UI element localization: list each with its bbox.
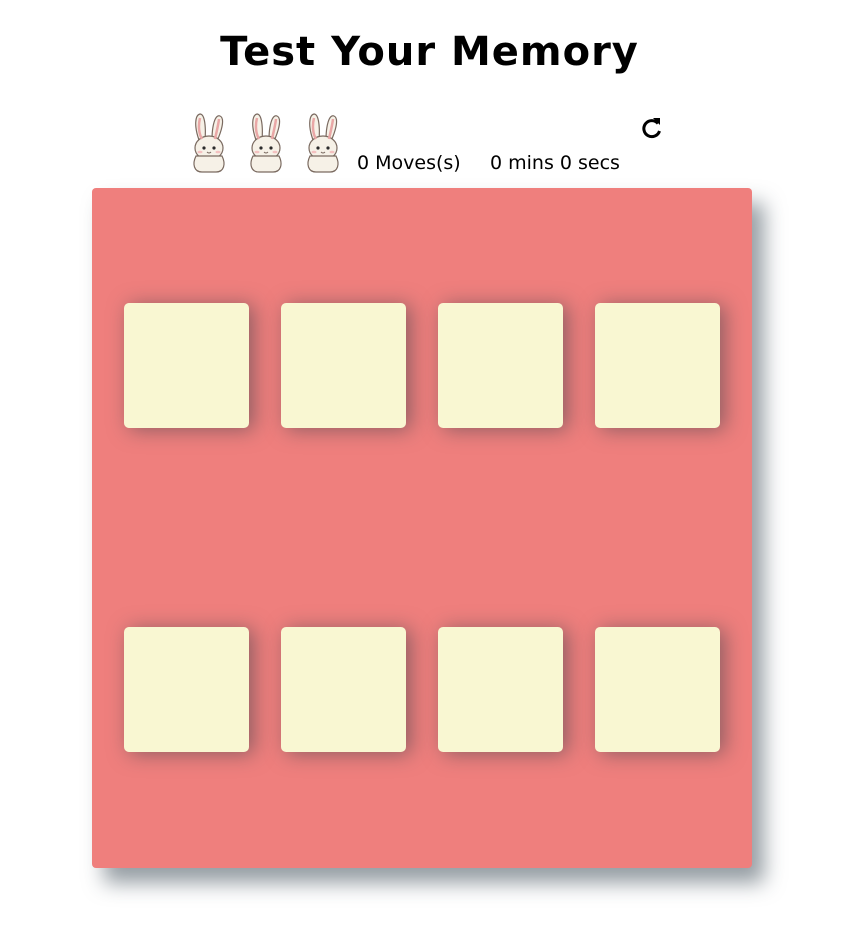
card[interactable] xyxy=(438,303,563,428)
card[interactable] xyxy=(595,303,720,428)
bunny-icon xyxy=(239,110,296,174)
bunny-icon xyxy=(182,110,239,174)
moves-counter: 0 Moves(s) xyxy=(357,152,461,174)
bunny-icon xyxy=(296,110,353,174)
score-panel: 0 Moves(s) 0 mins 0 secs xyxy=(182,110,682,180)
page-title: Test Your Memory xyxy=(220,29,639,75)
card[interactable] xyxy=(124,303,249,428)
timer: 0 mins 0 secs xyxy=(490,152,620,174)
card[interactable] xyxy=(438,627,563,752)
card-deck xyxy=(92,188,752,868)
card[interactable] xyxy=(595,627,720,752)
card[interactable] xyxy=(281,627,406,752)
card[interactable] xyxy=(281,303,406,428)
card[interactable] xyxy=(124,627,249,752)
restart-button[interactable] xyxy=(638,114,666,142)
star-rating xyxy=(182,110,353,174)
restart-icon xyxy=(642,118,661,139)
